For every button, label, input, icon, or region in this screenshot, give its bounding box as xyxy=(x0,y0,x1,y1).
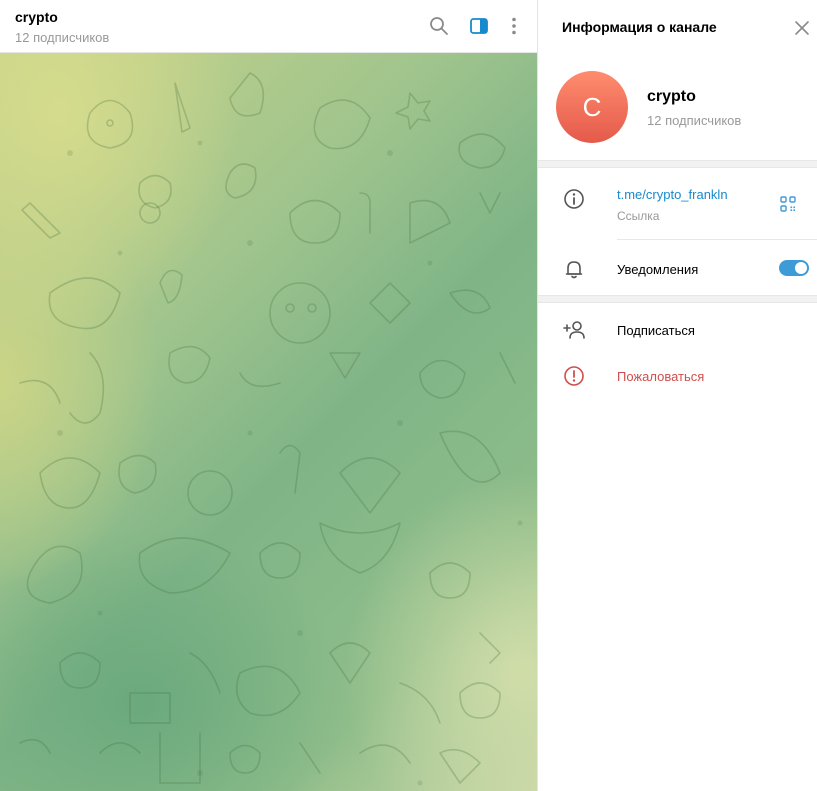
subscribe-button[interactable]: Подписаться xyxy=(617,323,695,338)
chat-title[interactable]: crypto xyxy=(15,9,58,25)
more-vertical-icon[interactable] xyxy=(504,16,524,36)
chat-header[interactable]: crypto 12 подписчиков xyxy=(0,0,537,53)
channel-subscriber-count: 12 подписчиков xyxy=(647,113,742,128)
toggle-knob xyxy=(794,261,808,275)
close-icon[interactable] xyxy=(794,20,810,36)
notifications-toggle[interactable] xyxy=(779,260,809,276)
chat-wallpaper xyxy=(0,53,537,791)
report-button[interactable]: Пожаловаться xyxy=(617,369,704,384)
add-user-icon xyxy=(563,319,585,341)
panel-title: Информация о канале xyxy=(562,19,717,35)
chat-area: crypto 12 подписчиков xyxy=(0,0,537,791)
bell-icon xyxy=(563,258,585,280)
report-icon xyxy=(563,365,585,387)
search-icon[interactable] xyxy=(429,16,449,36)
info-icon xyxy=(563,188,585,210)
avatar[interactable]: C xyxy=(556,71,628,143)
section-separator xyxy=(538,160,817,168)
channel-name: crypto xyxy=(647,88,696,105)
channel-info-panel: Информация о канале C crypto 12 подписчи… xyxy=(538,0,817,791)
chat-subscriber-count: 12 подписчиков xyxy=(15,30,110,45)
section-separator xyxy=(538,295,817,303)
channel-link[interactable]: t.me/crypto_frankln xyxy=(617,187,728,202)
notifications-label: Уведомления xyxy=(617,262,699,277)
doodle-pattern xyxy=(19,72,523,786)
qr-code-icon[interactable] xyxy=(780,196,796,212)
link-caption: Ссылка xyxy=(617,209,660,223)
sidebar-toggle-icon[interactable] xyxy=(469,16,489,36)
row-divider xyxy=(617,239,817,240)
